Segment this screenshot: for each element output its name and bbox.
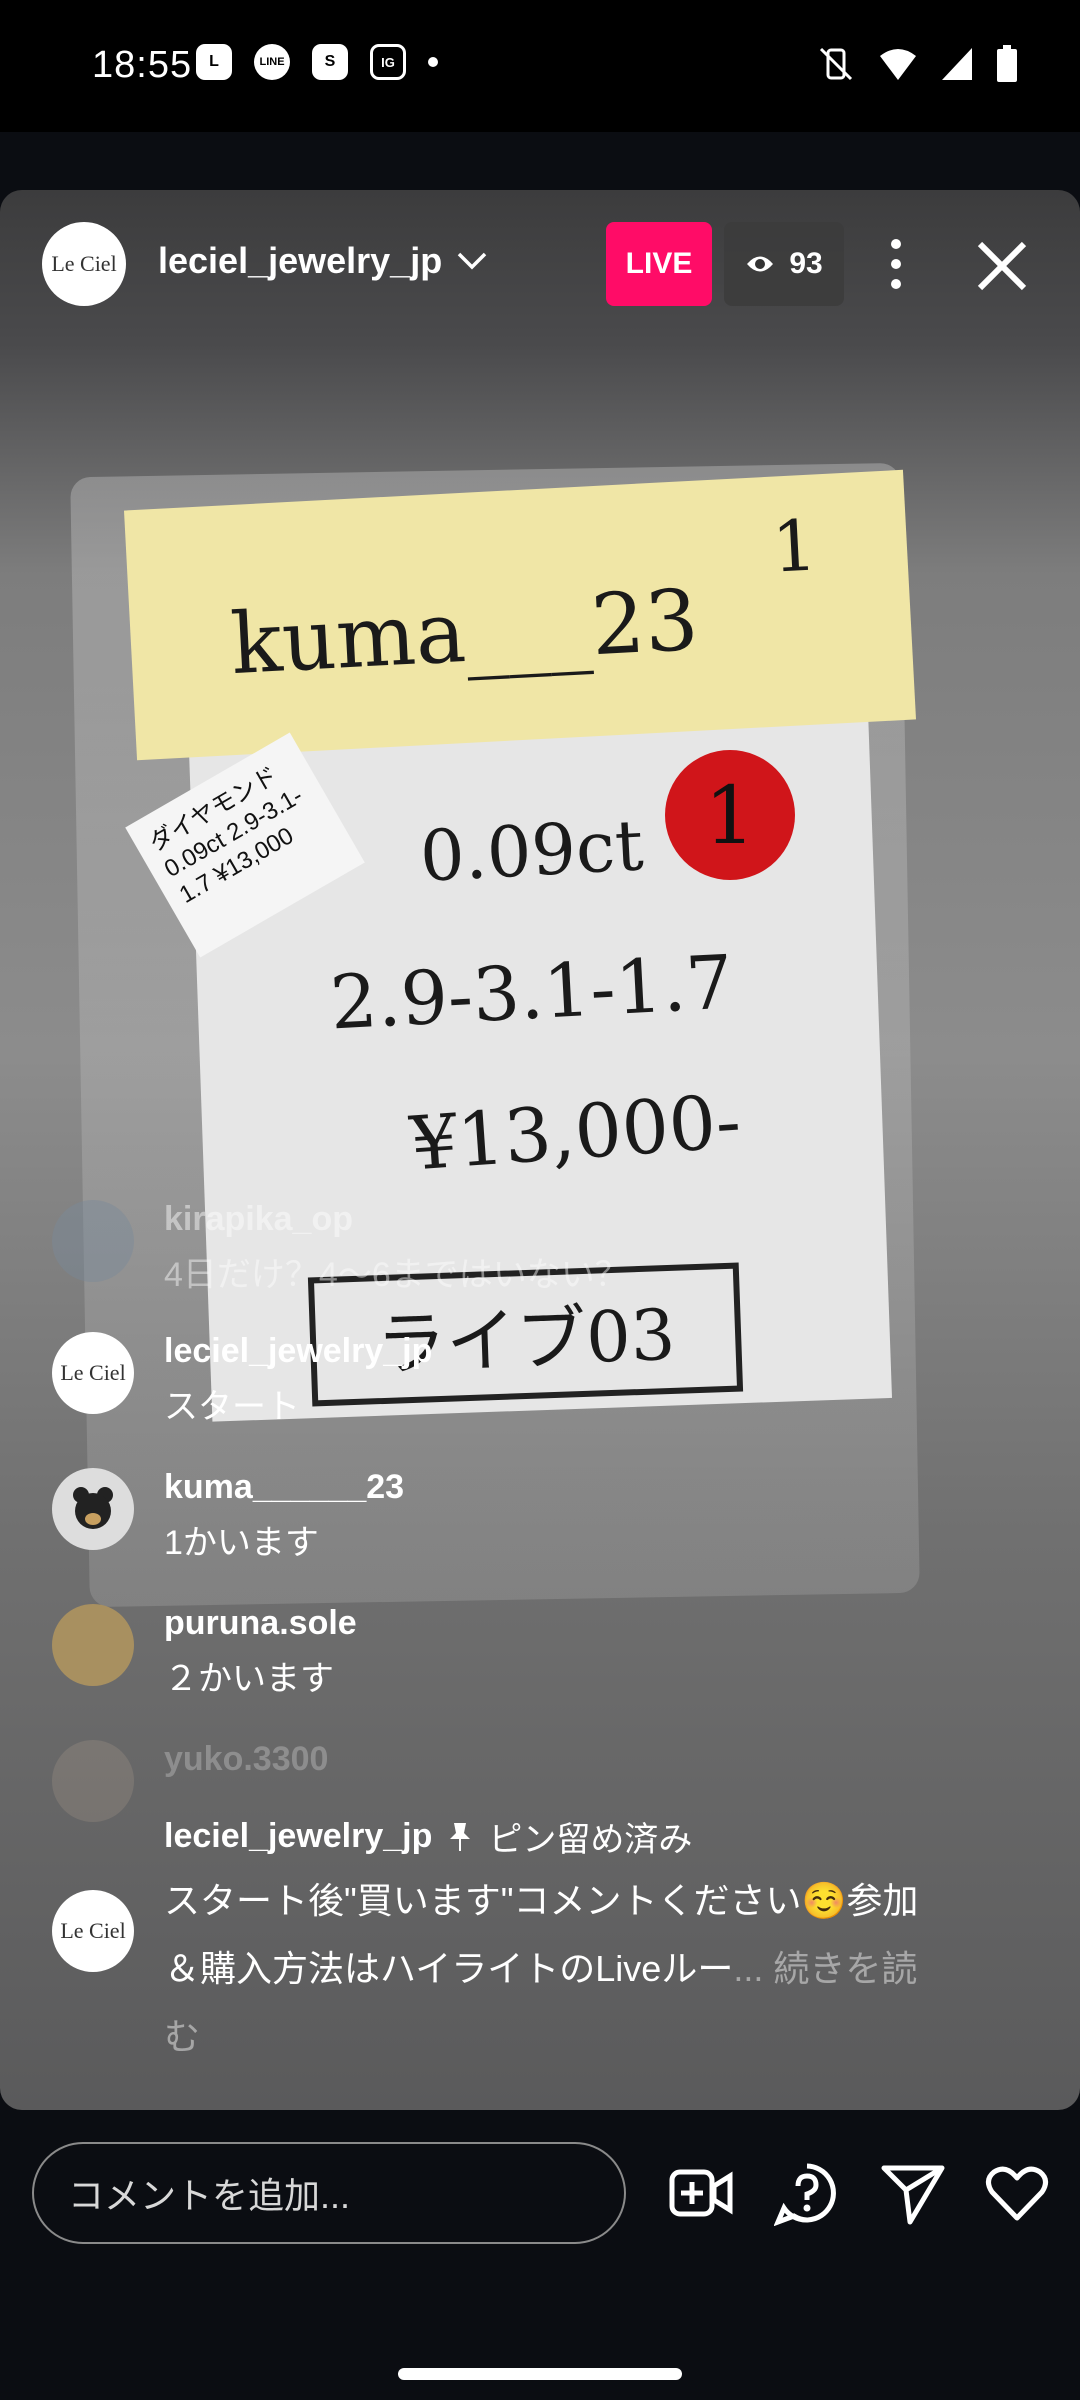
status-bar: 18:55 L LINE S IG (0, 0, 1080, 132)
comment-text: 1かいます (164, 1524, 319, 1562)
comment-text: スタート (164, 1388, 300, 1426)
comment-username[interactable]: kirapika_op (164, 1200, 629, 1239)
send-icon[interactable] (880, 2160, 946, 2226)
instagram-app-icon: IG (370, 44, 406, 80)
comment-input[interactable]: コメントを追加... (32, 2142, 626, 2244)
chevron-down-icon (457, 252, 487, 270)
viewer-count-button[interactable]: 93 (724, 222, 844, 306)
sticky-note: kuma___23 1 (123, 469, 917, 761)
commenter-avatar[interactable] (52, 1740, 134, 1822)
pin-icon (450, 1822, 471, 1851)
commenter-avatar[interactable] (52, 1200, 134, 1282)
note-number: 1 (770, 504, 819, 589)
more-options-icon[interactable] (876, 234, 916, 294)
comment-text: 4日だけ？4〜6まではいない？ (164, 1256, 629, 1294)
pinned-text-block: スタート後"買います"コメントください☺️参加＆購入方法はハイライトのLiveル… (164, 1867, 924, 2071)
comment-item[interactable]: yuko.3300 (52, 1740, 1052, 1822)
comment-item[interactable]: puruna.sole ２かいます (52, 1604, 1052, 1700)
shopify-app-icon: S (312, 44, 348, 80)
comment-item[interactable]: Le Ciel leciel_jewelry_jp スタート (52, 1332, 1052, 1428)
commenter-avatar[interactable]: Le Ciel (52, 1332, 134, 1414)
commenter-avatar[interactable] (52, 1468, 134, 1550)
vibrate-off-icon (819, 47, 853, 81)
heart-icon[interactable] (984, 2160, 1050, 2226)
host-avatar[interactable]: Le Ciel (42, 222, 126, 306)
status-time: 18:55 (92, 44, 193, 86)
home-indicator[interactable] (398, 2368, 682, 2380)
comment-item[interactable]: kuma______23 1かいます (52, 1468, 1052, 1564)
commenter-avatar[interactable] (52, 1604, 134, 1686)
viewer-count: 93 (789, 247, 823, 280)
status-right-icons (816, 44, 1018, 84)
battery-icon (997, 45, 1017, 82)
comment-username[interactable]: yuko.3300 (164, 1740, 328, 1779)
host-username: leciel_jewelry_jp (158, 240, 443, 281)
handwritten-carat: 0.09ct (418, 804, 646, 898)
comment-username[interactable]: kuma______23 (164, 1468, 404, 1507)
comment-username[interactable]: puruna.sole (164, 1604, 357, 1643)
add-video-icon[interactable] (668, 2160, 734, 2226)
status-app-icons: L LINE S IG (196, 44, 438, 80)
host-username-dropdown[interactable]: leciel_jewelry_jp (158, 240, 488, 282)
pinned-comment[interactable]: Le Ciel leciel_jewelry_jp ピン留め済み スタート後"買… (52, 1812, 952, 2071)
live-badge: LIVE (606, 222, 712, 306)
close-icon[interactable] (970, 234, 1034, 298)
red-number-sticker: 1 (665, 750, 795, 880)
app-l-icon: L (196, 44, 232, 80)
bottom-bar: コメントを追加... (0, 2110, 1080, 2400)
bear-avatar-icon (73, 1487, 113, 1529)
signal-icon (942, 48, 972, 80)
more-notifications-dot (428, 57, 438, 67)
comment-username[interactable]: leciel_jewelry_jp (164, 1332, 432, 1371)
pinned-label: ピン留め済み (488, 1821, 693, 1859)
pinned-username[interactable]: leciel_jewelry_jp (164, 1817, 432, 1856)
wifi-icon (880, 49, 916, 80)
pinned-avatar[interactable]: Le Ciel (52, 1890, 134, 1972)
line-app-icon: LINE (254, 44, 290, 80)
comment-text: ２かいます (164, 1660, 334, 1698)
comment-item[interactable]: kirapika_op 4日だけ？4〜6まではいない？ (52, 1200, 1052, 1296)
question-icon[interactable] (774, 2160, 840, 2226)
eye-icon (747, 256, 774, 272)
pinned-header: leciel_jewelry_jp ピン留め済み (164, 1812, 924, 1861)
note-username: kuma___23 (228, 570, 701, 694)
